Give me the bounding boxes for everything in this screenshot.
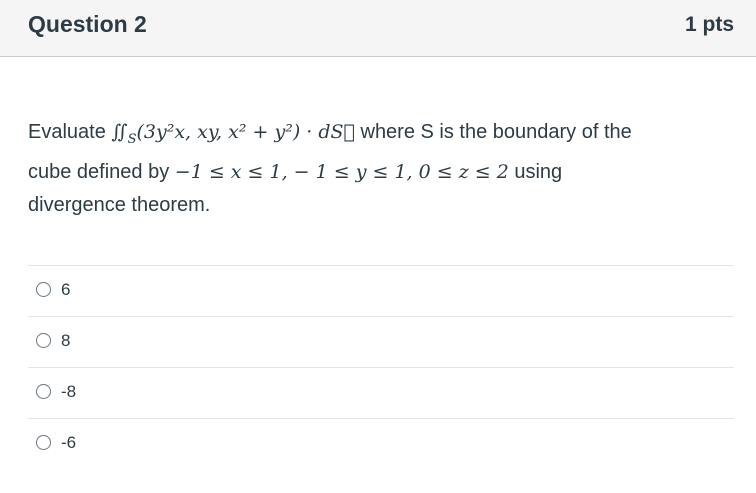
radio-button[interactable] — [36, 435, 51, 450]
question-line3: divergence theorem. — [28, 193, 211, 216]
question-line1-prefix: Evaluate — [28, 121, 112, 143]
question-title: Question 2 — [28, 11, 147, 37]
vector-field-expression: (3y²x, xy, x² + y²) · dS⃗ — [136, 121, 355, 143]
question-points: 1 pts — [684, 13, 734, 36]
answer-label: -6 — [61, 433, 77, 452]
answer-option[interactable]: -8 — [28, 367, 734, 418]
answer-option[interactable]: 6 — [28, 265, 734, 316]
answer-option[interactable]: 8 — [28, 316, 734, 367]
answer-label: 8 — [61, 331, 71, 350]
answer-list: 6 8 -8 -6 — [28, 265, 734, 469]
radio-button[interactable] — [36, 384, 51, 399]
radio-button[interactable] — [36, 333, 51, 348]
integral-sign: ∬ — [111, 121, 128, 143]
answer-label: -8 — [61, 382, 77, 401]
radio-button[interactable] — [36, 282, 51, 297]
question-header: Question 2 1 pts — [0, 0, 756, 57]
question-text: Evaluate ∬S(3y²x, xy, x² + y²) · dS⃗ whe… — [28, 116, 728, 222]
answer-option[interactable]: -6 — [28, 418, 734, 469]
surface-integral-symbol: ∬S — [111, 121, 136, 147]
question-line1-suffix: where S is the boundary of the — [354, 121, 632, 143]
answer-label: 6 — [61, 280, 71, 299]
cube-bounds-expression: −1 ≤ x ≤ 1, − 1 ≤ y ≤ 1, 0 ≤ z ≤ 2 — [174, 160, 509, 183]
question-line2-suffix: using — [508, 160, 563, 183]
question-line2-prefix: cube defined by — [28, 160, 175, 183]
